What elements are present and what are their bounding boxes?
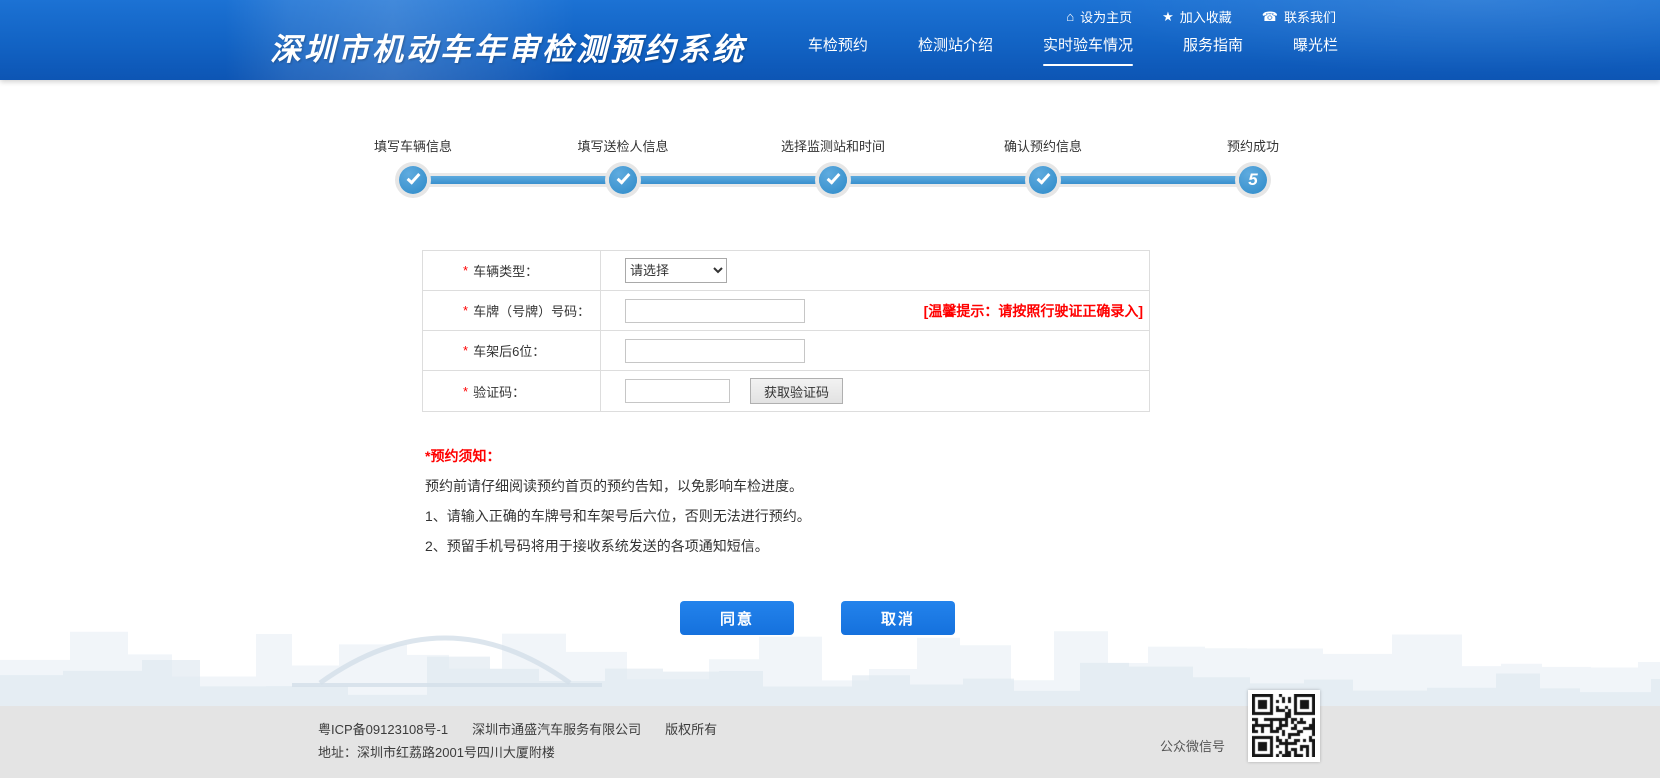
form-row-captcha: * 验证码： 获取验证码: [423, 371, 1149, 411]
plate-number-label-cell: * 车牌（号牌）号码：: [423, 291, 601, 330]
header: ⌂ 设为主页 ★ 加入收藏 ☎ 联系我们 深圳市机动车年审检测预约系统 车检预约…: [0, 0, 1660, 80]
step-label: 预约成功: [1227, 136, 1279, 155]
check-icon: [399, 166, 427, 194]
wechat-qr-code: [1248, 690, 1320, 762]
notice-title: *预约须知：: [425, 446, 1145, 466]
icp-number: 粤ICP备09123108号-1: [318, 722, 448, 737]
contact-us-label: 联系我们: [1284, 7, 1336, 26]
footer-text: 粤ICP备09123108号-1 深圳市通盛汽车服务有限公司 版权所有 地址：深圳市…: [318, 718, 717, 764]
nav-item-exposure-column[interactable]: 曝光栏: [1293, 36, 1338, 66]
captcha-label: 验证码：: [473, 382, 525, 401]
checkmark: [826, 170, 840, 184]
booking-notice: *预约须知： 预约前请仔细阅读预约首页的预约告知，以免影响车检进度。 1、请输入…: [425, 446, 1145, 566]
step-label: 填写送检人信息: [577, 136, 668, 155]
main-nav: 车检预约 检测站介绍 实时验车情况 服务指南 曝光栏: [808, 36, 1338, 66]
add-favorite-label: 加入收藏: [1180, 7, 1232, 26]
notice-line: 2、预留手机号码将用于接收系统发送的各项通知短信。: [425, 536, 1145, 556]
qr-code-image: [1252, 694, 1315, 757]
step-label: 选择监测站和时间: [781, 136, 885, 155]
phone-icon: ☎: [1262, 10, 1278, 23]
booking-form-table: * 车辆类型： 请选择 * 车牌（号牌）号码： [温馨提示：请按照行驶证正确录入…: [422, 250, 1150, 412]
step-label: 确认预约信息: [1004, 136, 1082, 155]
agree-button[interactable]: 同意: [680, 601, 794, 635]
site-title: 深圳市机动车年审检测预约系统: [270, 24, 746, 69]
nav-item-realtime-inspection-status[interactable]: 实时验车情况: [1043, 36, 1133, 66]
check-icon: [609, 166, 637, 194]
footer-address-line: 地址：深圳市红荔路2001号四川大厦附楼: [318, 741, 717, 764]
home-icon: ⌂: [1066, 10, 1074, 23]
city-skyline-image: [0, 561, 1660, 706]
plate-number-input[interactable]: [625, 299, 805, 323]
cancel-button[interactable]: 取消: [841, 601, 955, 635]
footer: 粤ICP备09123108号-1 深圳市通盛汽车服务有限公司 版权所有 地址：深圳市…: [0, 706, 1660, 778]
required-asterisk: *: [463, 263, 468, 278]
step-5-circle: 5: [1239, 166, 1267, 194]
check-icon: [1029, 166, 1057, 194]
wechat-account-label: 公众微信号: [1160, 736, 1225, 755]
form-row-plate-number: * 车牌（号牌）号码： [温馨提示：请按照行驶证正确录入]: [423, 291, 1149, 331]
get-captcha-button[interactable]: 获取验证码: [750, 378, 843, 404]
nav-item-service-guide[interactable]: 服务指南: [1183, 36, 1243, 66]
bridge-arch: [320, 638, 570, 683]
vehicle-type-select[interactable]: 请选择: [625, 258, 727, 283]
vin-last6-label-cell: * 车架后6位：: [423, 331, 601, 370]
form-row-vin-last6: * 车架后6位：: [423, 331, 1149, 371]
company-name: 深圳市通盛汽车服务有限公司: [472, 722, 641, 737]
footer-copyright-line: 粤ICP备09123108号-1 深圳市通盛汽车服务有限公司 版权所有: [318, 718, 717, 741]
page: ⌂ 设为主页 ★ 加入收藏 ☎ 联系我们 深圳市机动车年审检测预约系统 车检预约…: [0, 0, 1660, 778]
vehicle-type-label: 车辆类型：: [473, 261, 538, 280]
check-icon: [819, 166, 847, 194]
form-row-vehicle-type: * 车辆类型： 请选择: [423, 251, 1149, 291]
rights-label: 版权所有: [665, 722, 717, 737]
set-homepage-link[interactable]: ⌂ 设为主页: [1066, 7, 1132, 26]
required-asterisk: *: [463, 384, 468, 399]
topbar: ⌂ 设为主页 ★ 加入收藏 ☎ 联系我们: [1066, 7, 1336, 26]
required-asterisk: *: [463, 303, 468, 318]
star-icon: ★: [1162, 10, 1174, 23]
notice-line: 1、请输入正确的车牌号和车架号后六位，否则无法进行预约。: [425, 506, 1145, 526]
vehicle-type-field-cell: 请选择: [601, 251, 1149, 290]
progress-steps: 填写车辆信息 填写送检人信息 选择监测站和时间 确认预约信息 预约成功 5: [272, 130, 1344, 210]
captcha-field-cell: 获取验证码: [601, 371, 1149, 411]
vehicle-type-label-cell: * 车辆类型：: [423, 251, 601, 290]
notice-line: 预约前请仔细阅读预约首页的预约告知，以免影响车检进度。: [425, 476, 1145, 496]
plate-number-hint: [温馨提示：请按照行驶证正确录入]: [924, 301, 1149, 321]
vin-last6-label: 车架后6位：: [473, 341, 545, 360]
step-number: 5: [1239, 166, 1267, 194]
set-homepage-label: 设为主页: [1080, 7, 1132, 26]
captcha-label-cell: * 验证码：: [423, 371, 601, 411]
add-favorite-link[interactable]: ★ 加入收藏: [1162, 7, 1232, 26]
captcha-input[interactable]: [625, 379, 730, 403]
plate-number-field-cell: [温馨提示：请按照行驶证正确录入]: [601, 291, 1149, 330]
checkmark: [406, 170, 420, 184]
checkmark: [1036, 170, 1050, 184]
step-label: 填写车辆信息: [374, 136, 452, 155]
vin-last6-field-cell: [601, 331, 1149, 370]
plate-number-label: 车牌（号牌）号码：: [473, 301, 590, 320]
nav-item-vehicle-inspection-booking[interactable]: 车检预约: [808, 36, 868, 66]
contact-us-link[interactable]: ☎ 联系我们: [1262, 7, 1336, 26]
vin-last6-input[interactable]: [625, 339, 805, 363]
checkmark: [616, 170, 630, 184]
nav-item-station-intro[interactable]: 检测站介绍: [918, 36, 993, 66]
required-asterisk: *: [463, 343, 468, 358]
